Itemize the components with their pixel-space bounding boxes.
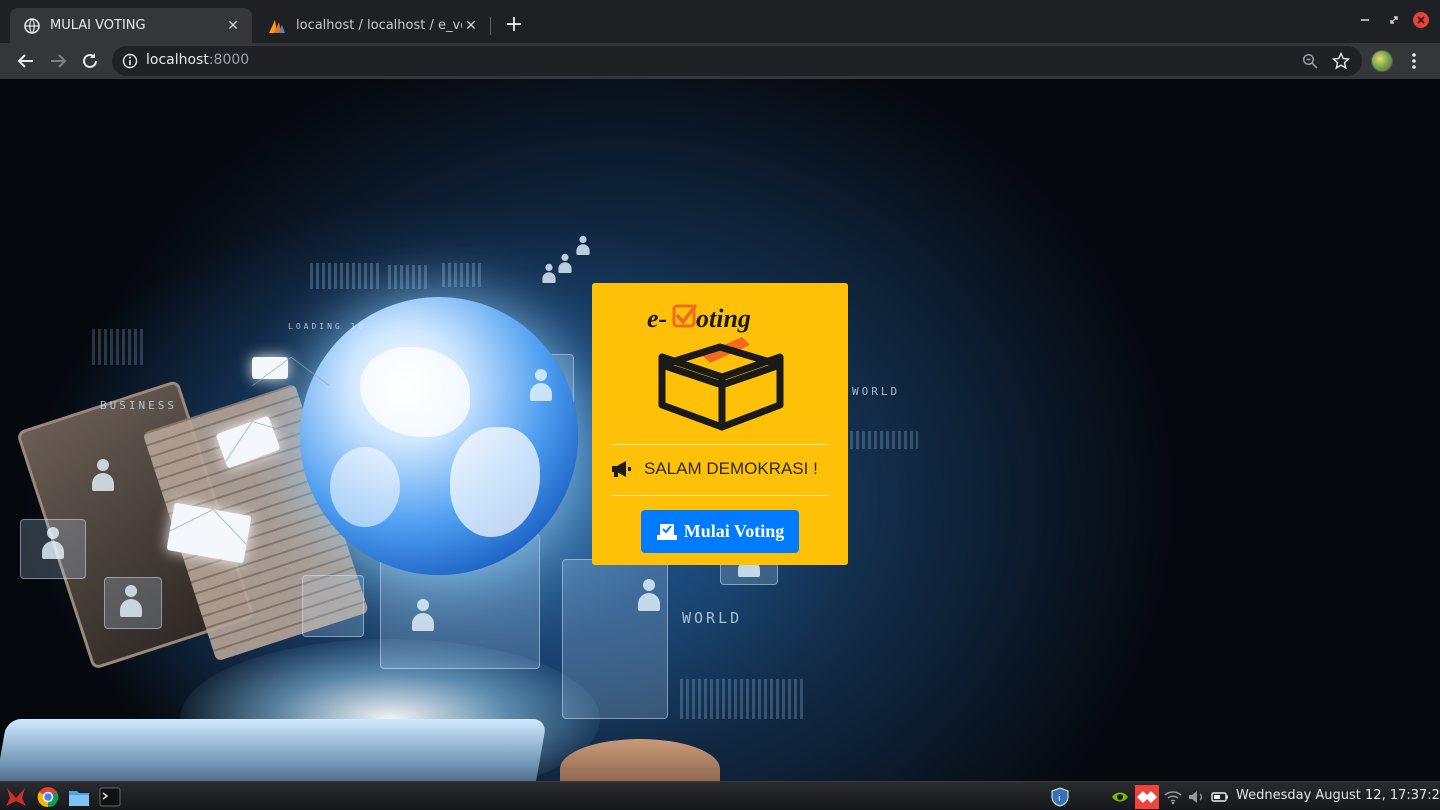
tab-mulai-voting[interactable]: MULAI VOTING ✕ (10, 8, 252, 43)
globe-illustration (300, 297, 578, 575)
person-icon (118, 585, 144, 619)
tab-phpmyadmin[interactable]: localhost / localhost / e_vote / u ✕ (254, 8, 490, 43)
greeting-text: SALAM DEMOKRASI ! (644, 459, 818, 478)
tablet-illustration (0, 719, 548, 781)
divider (611, 495, 829, 496)
person-icon (40, 527, 66, 561)
loading-label: LOADING 10 (288, 322, 367, 331)
close-window-button[interactable] (1413, 12, 1429, 28)
app-menu-icon[interactable] (5, 786, 27, 808)
zoom-icon[interactable] (1302, 53, 1318, 69)
mulai-voting-label: Mulai Voting (683, 521, 785, 541)
url-port: :8000 (208, 52, 250, 68)
more-vert-icon[interactable] (1406, 51, 1422, 71)
tab-title: MULAI VOTING (50, 18, 146, 33)
person-icon (636, 579, 662, 613)
mulai-voting-button[interactable]: Mulai Voting (641, 510, 799, 553)
tab-title: localhost / localhost / e_vote / u (296, 18, 462, 33)
bookmark-star-icon[interactable] (1332, 52, 1350, 70)
svg-text:e-: e- (647, 304, 667, 333)
person-icon (557, 253, 573, 274)
evoting-card: e- oting SALAM DEMOKRASI ! Mulai Voting (592, 283, 848, 565)
greeting-row: SALAM DEMOKRASI ! (610, 459, 840, 479)
anydesk-icon[interactable] (1135, 785, 1159, 809)
close-tab-icon[interactable]: ✕ (462, 17, 480, 35)
megaphone-icon (612, 461, 631, 477)
globe-icon (24, 17, 40, 34)
reload-button[interactable] (78, 49, 102, 73)
info-icon[interactable] (122, 53, 138, 69)
data-grid (850, 431, 918, 449)
taskbar-clock[interactable]: Wednesday August 12, 17:37:20 (1236, 788, 1440, 803)
person-icon (90, 459, 116, 493)
envelope-icon (252, 357, 330, 405)
data-grid (680, 679, 806, 719)
arrow-right-icon (51, 54, 67, 68)
file-manager-icon[interactable] (68, 786, 90, 808)
wifi-icon[interactable] (1163, 787, 1183, 807)
divider (611, 444, 829, 445)
data-grid (442, 263, 482, 287)
tab-separator (490, 17, 491, 35)
person-icon (541, 263, 557, 284)
person-icon (410, 599, 436, 633)
os-taskbar: i Wednesday August 12, 17:37:20 (0, 781, 1440, 810)
continent-shape (360, 347, 470, 437)
browser-tabstrip: MULAI VOTING ✕ localhost / localhost / e… (0, 0, 1440, 43)
continent-shape (450, 427, 540, 537)
browser-toolbar: localhost:8000 (0, 43, 1440, 79)
address-bar[interactable]: localhost:8000 (112, 46, 1362, 76)
data-grid (388, 265, 428, 289)
svg-text:oting: oting (696, 304, 751, 333)
business-label: BUSINESS (100, 399, 177, 412)
volume-icon[interactable] (1186, 787, 1206, 807)
maximize-icon[interactable] (1386, 12, 1402, 28)
forward-button[interactable] (46, 49, 70, 73)
profile-avatar[interactable] (1371, 50, 1393, 72)
data-grid (92, 329, 144, 365)
back-button[interactable] (14, 49, 38, 73)
reload-icon (83, 53, 97, 68)
evoting-logo: e- oting (592, 293, 848, 433)
url-host: localhost (146, 52, 209, 68)
continent-shape (330, 447, 400, 527)
arrow-left-icon (17, 54, 33, 68)
close-icon (1417, 16, 1425, 24)
info-panel (302, 575, 364, 637)
svg-text:i: i (1058, 794, 1061, 804)
ballot-box-icon: e- oting (647, 303, 784, 431)
terminal-icon[interactable] (99, 786, 121, 808)
data-grid (310, 263, 382, 289)
person-icon (575, 235, 591, 256)
nvidia-icon[interactable] (1110, 787, 1130, 807)
chrome-icon[interactable] (37, 786, 59, 808)
vote-check-icon (656, 523, 677, 540)
person-icon (528, 369, 554, 403)
shield-icon[interactable]: i (1050, 787, 1070, 807)
url-text: localhost:8000 (146, 52, 249, 68)
page-viewport: BUSINESS WORLD WORLD LOADING 10 e- oting (0, 79, 1440, 781)
world-label: WORLD (682, 609, 743, 627)
minimize-icon[interactable] (1357, 12, 1373, 28)
phpmyadmin-icon (269, 19, 285, 33)
world-label: WORLD (852, 385, 901, 398)
new-tab-button[interactable]: + (502, 14, 526, 38)
battery-icon[interactable] (1210, 787, 1230, 807)
close-tab-icon[interactable]: ✕ (224, 17, 242, 35)
